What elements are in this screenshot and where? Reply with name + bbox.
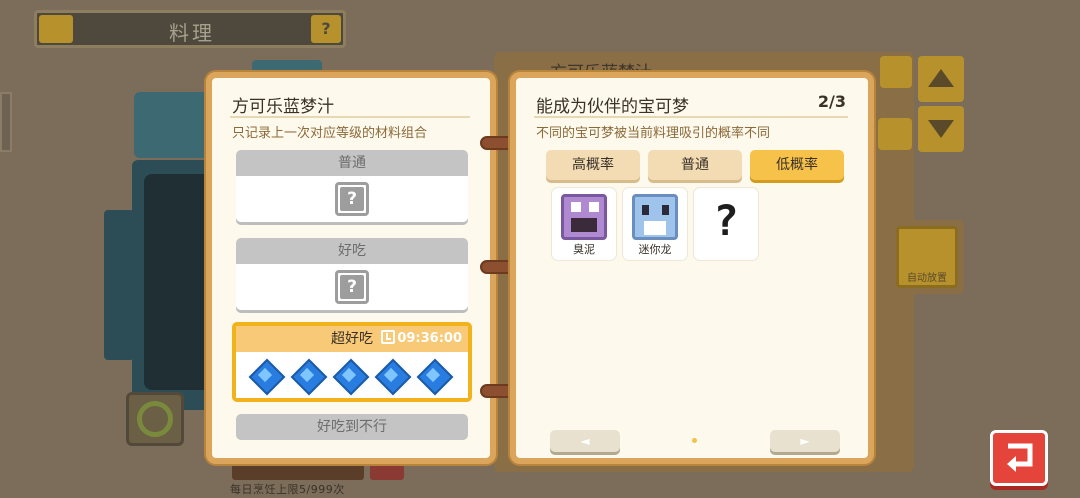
- ingredient-list: [250, 360, 450, 392]
- attractable-pokemon-page: 能成为伙伴的宝可梦 2/3 不同的宝可梦被当前料理吸引的概率不同 高概率 普通 …: [510, 72, 874, 464]
- tab-high-probability[interactable]: 高概率: [546, 150, 640, 180]
- recipe-record-page: 方可乐蓝梦汁 只记录上一次对应等级的材料组合 普通 ? 好吃 ? 超好吃 09:…: [206, 72, 496, 464]
- dratini-icon: [632, 194, 678, 240]
- page-dot: [692, 438, 697, 443]
- scroll-down-button[interactable]: [918, 106, 964, 152]
- blue-gem-icon: [376, 360, 408, 392]
- recipe-book-icon[interactable]: [880, 56, 912, 88]
- pokemon-slot[interactable]: 臭泥: [552, 188, 616, 260]
- unknown-ingredient-icon: ?: [335, 182, 369, 216]
- help-button[interactable]: ?: [311, 15, 341, 43]
- rank-card-very-tasty[interactable]: 超好吃 09:36:00: [232, 322, 472, 402]
- probability-tabs: 高概率 普通 低概率: [546, 150, 844, 180]
- tab-normal-probability[interactable]: 普通: [648, 150, 742, 180]
- question-mark-icon: ?: [713, 196, 739, 245]
- return-arrow-icon: [1007, 443, 1033, 472]
- home-icon[interactable]: [39, 15, 73, 43]
- next-page-button[interactable]: ►: [770, 430, 840, 452]
- unknown-ingredient-icon: ?: [335, 270, 369, 304]
- pokemon-list: 臭泥 迷你龙 ?: [552, 188, 758, 260]
- pokemon-page-subtitle: 不同的宝可梦被当前料理吸引的概率不同: [536, 126, 771, 141]
- rank-label: 好吃: [236, 238, 468, 264]
- pokemon-name: 臭泥: [573, 243, 595, 256]
- tab-low-probability[interactable]: 低概率: [750, 150, 844, 180]
- pokemon-slot[interactable]: 迷你龙: [623, 188, 687, 260]
- recipe-subtitle: 只记录上一次对应等级的材料组合: [232, 126, 428, 141]
- rank-card-normal[interactable]: 普通 ?: [236, 150, 468, 222]
- clock-icon: [381, 330, 396, 344]
- blue-gem-icon: [250, 360, 282, 392]
- refresh-button[interactable]: [126, 392, 184, 446]
- scroll-up-button[interactable]: [918, 56, 964, 102]
- daily-limit-text: 每日烹饪上限5/999次: [230, 483, 345, 496]
- muk-icon: [561, 194, 607, 240]
- screen-title: 料理: [169, 21, 215, 45]
- auto-place-button[interactable]: 自动放置: [890, 220, 964, 294]
- pot-lid: [134, 92, 214, 158]
- undo-button[interactable]: [878, 118, 912, 150]
- previous-page-button[interactable]: ◄: [550, 430, 620, 452]
- pokemon-page-title: 能成为伙伴的宝可梦: [536, 97, 689, 117]
- refresh-icon: [137, 401, 173, 437]
- rank-card-tasty[interactable]: 好吃 ?: [236, 238, 468, 310]
- cook-timer: 09:36:00: [381, 326, 462, 352]
- auto-place-label: 自动放置: [907, 273, 947, 284]
- side-tab: [0, 92, 12, 152]
- back-button[interactable]: [990, 430, 1048, 486]
- rank-label: 好吃到不行: [236, 414, 468, 440]
- page-indicator: 2/3: [817, 92, 846, 111]
- pot-handle: [104, 210, 134, 360]
- pokemon-slot-unknown[interactable]: ?: [694, 188, 758, 260]
- blue-gem-icon: [418, 360, 450, 392]
- blue-gem-icon: [334, 360, 366, 392]
- recipe-title: 方可乐蓝梦汁: [232, 97, 334, 117]
- rank-label: 超好吃: [331, 331, 373, 347]
- pokemon-name: 迷你龙: [638, 243, 672, 256]
- rank-card-super-tasty[interactable]: 好吃到不行: [236, 414, 468, 440]
- rank-label: 普通: [236, 150, 468, 176]
- blue-gem-icon: [292, 360, 324, 392]
- top-bar: 料理 ?: [34, 10, 346, 48]
